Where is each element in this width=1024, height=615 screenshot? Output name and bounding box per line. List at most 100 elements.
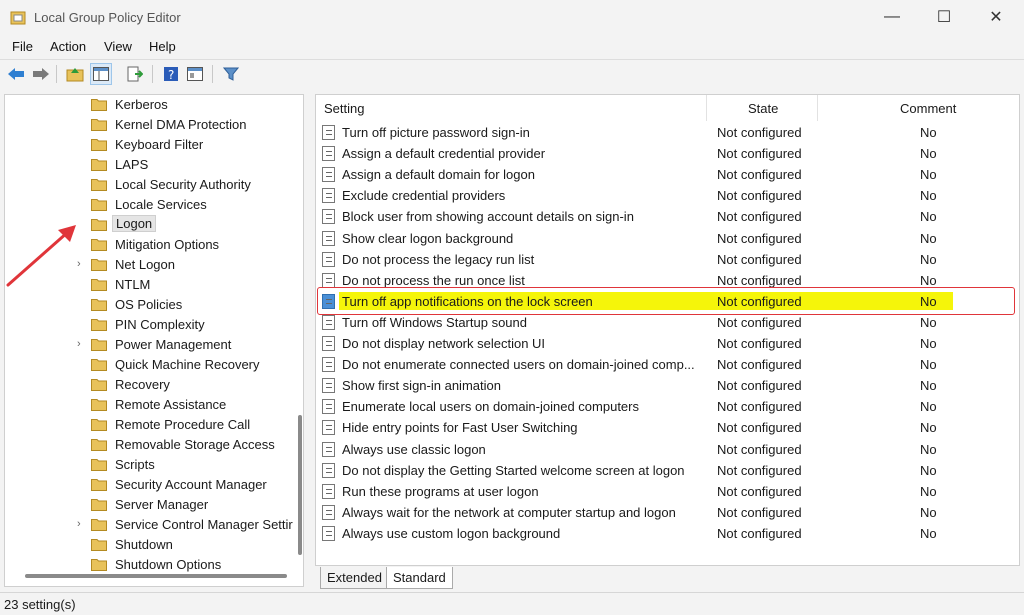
policy-setting-icon bbox=[322, 188, 335, 204]
show-hide-console-tree-button[interactable] bbox=[90, 63, 112, 85]
setting-comment: No bbox=[920, 483, 937, 499]
forward-button[interactable] bbox=[30, 63, 52, 85]
setting-state: Not configured bbox=[717, 441, 802, 457]
tree-item[interactable]: PIN Complexity bbox=[5, 315, 295, 335]
close-button[interactable]: ✕ bbox=[970, 0, 1022, 34]
tree-item[interactable]: Kernel DMA Protection bbox=[5, 115, 295, 135]
properties-button[interactable] bbox=[184, 63, 206, 85]
table-row[interactable]: Always use classic logon Not configured No bbox=[316, 439, 1019, 460]
column-header-state[interactable]: State bbox=[748, 95, 778, 121]
tree-item[interactable]: › Service Control Manager Settir bbox=[5, 515, 295, 535]
tree-item-label: Keyboard Filter bbox=[115, 137, 204, 152]
filter-button[interactable] bbox=[220, 63, 242, 85]
minimize-icon: — bbox=[884, 8, 900, 25]
minimize-button[interactable]: — bbox=[866, 0, 918, 34]
tree-item[interactable]: Scripts bbox=[5, 455, 295, 475]
setting-comment: No bbox=[920, 525, 937, 541]
column-separator[interactable] bbox=[706, 95, 707, 121]
help-icon: ? bbox=[164, 67, 178, 82]
table-row[interactable]: Turn off Windows Startup sound Not config… bbox=[316, 312, 1019, 333]
chevron-right-icon[interactable]: › bbox=[77, 338, 81, 350]
tree-item[interactable]: Quick Machine Recovery bbox=[5, 355, 295, 375]
table-row[interactable]: Exclude credential providers Not configur… bbox=[316, 185, 1019, 206]
folder-icon bbox=[91, 179, 107, 191]
table-row[interactable]: Enumerate local users on domain-joined c… bbox=[316, 396, 1019, 417]
tree-item-label: PIN Complexity bbox=[115, 317, 205, 332]
table-row[interactable]: Show clear logon background Not configure… bbox=[316, 228, 1019, 249]
menu-file[interactable]: File bbox=[12, 39, 33, 54]
chevron-right-icon[interactable]: › bbox=[77, 518, 81, 530]
folder-icon bbox=[91, 399, 107, 411]
folder-icon bbox=[91, 259, 107, 271]
tab-standard[interactable]: Standard bbox=[386, 567, 453, 589]
tree-item[interactable]: Shutdown Options bbox=[5, 555, 295, 575]
menu-view[interactable]: View bbox=[104, 39, 132, 54]
table-row[interactable]: Show first sign-in animation Not configur… bbox=[316, 375, 1019, 396]
table-row[interactable]: Always wait for the network at computer … bbox=[316, 502, 1019, 523]
setting-name: Always wait for the network at computer … bbox=[342, 504, 676, 520]
maximize-button[interactable]: ☐ bbox=[918, 0, 970, 34]
forward-arrow-icon bbox=[33, 68, 49, 80]
setting-name: Always use classic logon bbox=[342, 441, 486, 457]
tree-item[interactable]: LAPS bbox=[5, 155, 295, 175]
tree-item[interactable]: Recovery bbox=[5, 375, 295, 395]
policy-setting-icon bbox=[322, 462, 335, 478]
tree-vertical-scrollbar[interactable] bbox=[298, 415, 302, 555]
tree-item[interactable]: › Power Management bbox=[5, 335, 295, 355]
tree-item-label: NTLM bbox=[115, 277, 151, 292]
folder-icon bbox=[91, 199, 107, 211]
tree-item-label: Mitigation Options bbox=[115, 237, 220, 252]
table-row[interactable]: Run these programs at user logon Not conf… bbox=[316, 481, 1019, 502]
table-row[interactable]: Turn off picture password sign-in Not con… bbox=[316, 122, 1019, 143]
setting-comment: No bbox=[920, 336, 937, 351]
column-separator[interactable] bbox=[817, 95, 818, 121]
table-row[interactable]: Block user from showing account details … bbox=[316, 206, 1019, 227]
table-row[interactable]: Do not process the legacy run list Not co… bbox=[316, 249, 1019, 270]
tree-item[interactable]: Kerberos bbox=[5, 95, 295, 115]
table-row[interactable]: Always use custom logon background Not co… bbox=[316, 523, 1019, 544]
console-tree[interactable]: Kerberos Kernel DMA Protection Keyboard Fi… bbox=[4, 94, 304, 587]
table-row[interactable]: Hide entry points for Fast User Switchin… bbox=[316, 417, 1019, 438]
menu-help[interactable]: Help bbox=[149, 39, 176, 54]
tree-item[interactable]: Security Account Manager bbox=[5, 475, 295, 495]
tab-extended[interactable]: Extended bbox=[320, 567, 389, 589]
table-row[interactable]: Assign a default credential provider Not … bbox=[316, 143, 1019, 164]
up-one-level-button[interactable] bbox=[64, 63, 86, 85]
tree-item[interactable]: Remote Procedure Call bbox=[5, 415, 295, 435]
tree-item-label: Net Logon bbox=[115, 257, 175, 272]
column-header-comment[interactable]: Comment bbox=[900, 95, 956, 121]
policy-setting-icon bbox=[322, 272, 335, 288]
table-row[interactable]: Do not display the Getting Started welco… bbox=[316, 460, 1019, 481]
table-row[interactable]: Do not enumerate connected users on doma… bbox=[316, 354, 1019, 375]
tree-item[interactable]: Keyboard Filter bbox=[5, 135, 295, 155]
table-row[interactable]: Do not display network selection UI Not c… bbox=[316, 333, 1019, 354]
back-button[interactable] bbox=[5, 63, 27, 85]
setting-state: Not configured bbox=[717, 504, 802, 520]
annotation-arrow bbox=[6, 225, 76, 287]
tree-item-label: Power Management bbox=[115, 337, 232, 352]
tree-item[interactable]: Remote Assistance bbox=[5, 395, 295, 415]
column-header-setting[interactable]: Setting bbox=[324, 95, 364, 121]
tree-horizontal-scrollbar[interactable] bbox=[25, 574, 287, 578]
table-row[interactable]: Assign a default domain for logon Not con… bbox=[316, 164, 1019, 185]
tree-item-label: Logon bbox=[112, 215, 157, 232]
policy-setting-icon bbox=[322, 399, 335, 415]
setting-name: Run these programs at user logon bbox=[342, 483, 539, 499]
setting-comment: No bbox=[920, 251, 937, 267]
help-button[interactable]: ? bbox=[160, 63, 182, 85]
tree-item[interactable]: Shutdown bbox=[5, 535, 295, 555]
menu-action[interactable]: Action bbox=[50, 39, 86, 54]
setting-comment: No bbox=[920, 399, 937, 415]
menu-bar: File Action View Help bbox=[0, 36, 1024, 58]
setting-state: Not configured bbox=[717, 314, 802, 330]
policy-setting-icon bbox=[322, 357, 335, 373]
setting-comment: No bbox=[920, 146, 937, 162]
tree-item[interactable]: Local Security Authority bbox=[5, 175, 295, 195]
setting-comment: No bbox=[920, 230, 937, 246]
setting-state: Not configured bbox=[717, 399, 802, 415]
tree-item-label: Recovery bbox=[115, 377, 170, 392]
tree-item[interactable]: Removable Storage Access bbox=[5, 435, 295, 455]
tree-item[interactable]: Server Manager bbox=[5, 495, 295, 515]
setting-name: Block user from showing account details … bbox=[342, 209, 634, 225]
export-list-button[interactable] bbox=[124, 63, 146, 85]
